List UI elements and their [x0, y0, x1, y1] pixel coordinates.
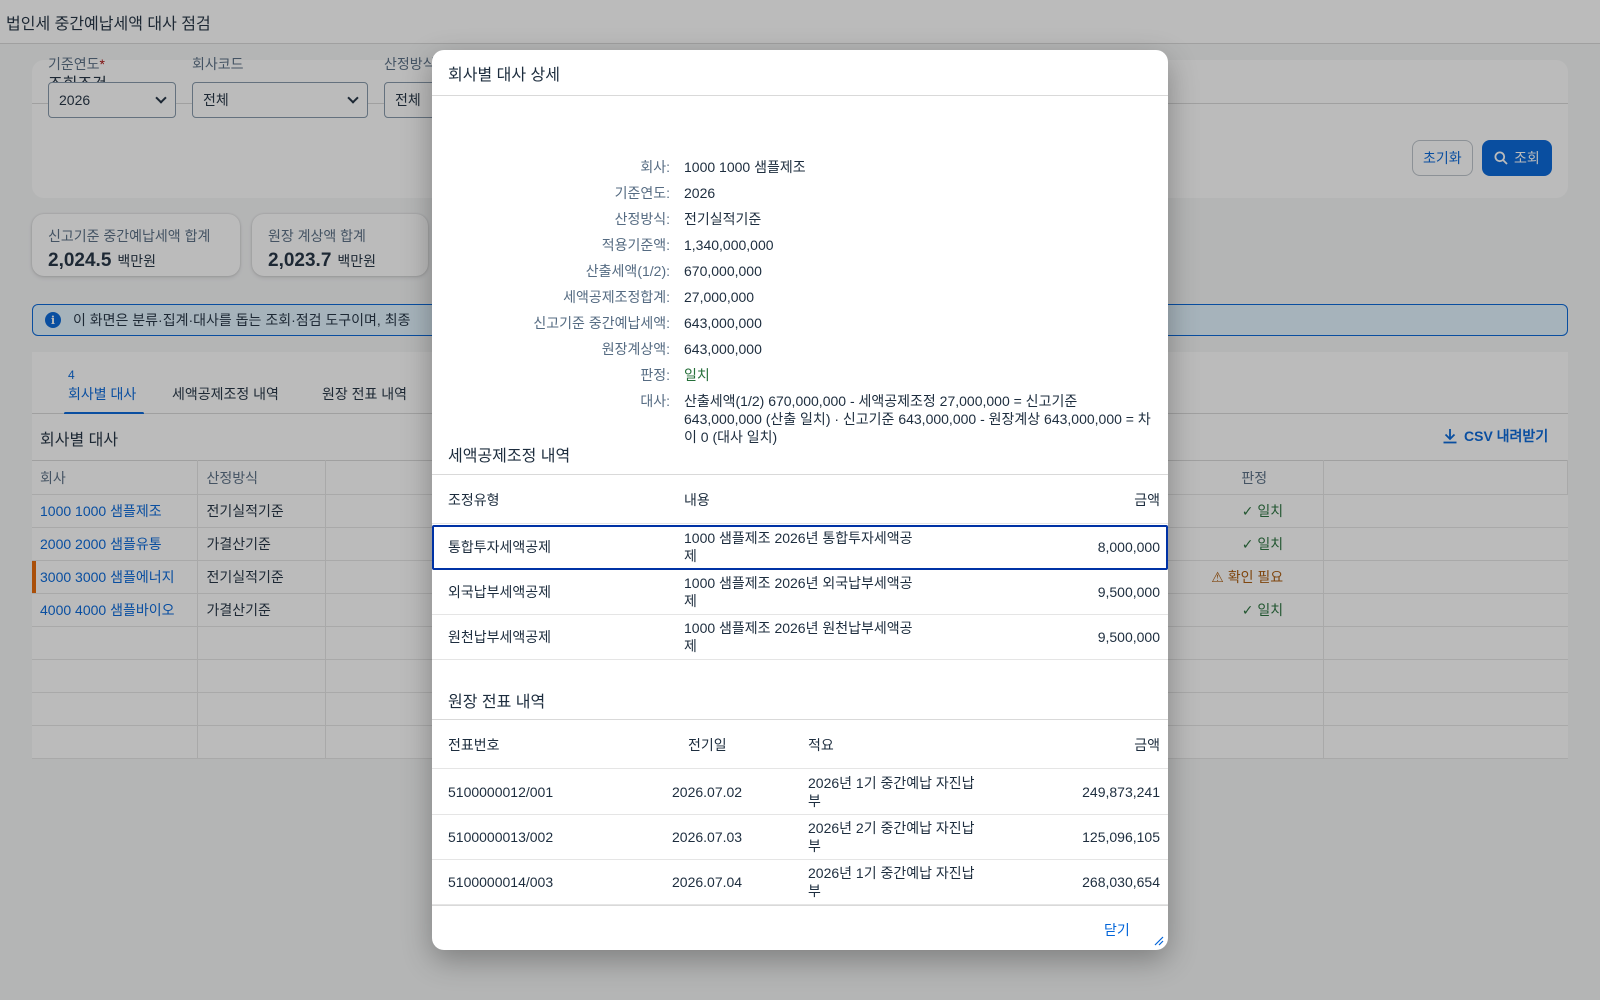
- detail-label: 산출세액(1/2):: [585, 263, 670, 279]
- dialog-title: 회사별 대사 상세: [432, 50, 1168, 96]
- col-header-amount: 금액: [1134, 737, 1160, 753]
- detail-label: 판정:: [640, 367, 670, 383]
- credit-type: 원천납부세액공제: [448, 629, 552, 645]
- detail-label: 대사:: [640, 393, 670, 409]
- detail-value: 27,000,000: [684, 289, 755, 305]
- detail-value: 일치: [684, 367, 710, 383]
- credit-row[interactable]: 외국납부세액공제 1000 샘플제조 2026년 외국납부세액공제 9,500,00…: [432, 570, 1168, 615]
- ledger-section-title: 원장 전표 내역: [448, 694, 546, 711]
- ledger-text: 2026년 2기 중간예납 자진납부: [808, 820, 975, 854]
- col-header-amount: 금액: [1134, 492, 1160, 508]
- credit-amount: 9,500,000: [1097, 584, 1160, 600]
- ledger-amount: 268,030,654: [1082, 874, 1160, 890]
- ledger-date: 2026.07.02: [672, 784, 743, 800]
- credit-desc: 1000 샘플제조 2026년 통합투자세액공제: [684, 530, 913, 564]
- detail-value: 1,340,000,000: [684, 237, 774, 253]
- col-header-desc: 내용: [684, 492, 710, 508]
- credits-section-title: 세액공제조정 내역: [448, 448, 571, 465]
- resize-handle-icon[interactable]: [1154, 936, 1164, 946]
- ledger-row[interactable]: 5100000014/003 2026.07.04 2026년 1기 중간예납 자진…: [432, 860, 1168, 905]
- detail-value: 산출세액(1/2) 670,000,000 - 세액공제조정 27,000,00…: [684, 393, 1151, 445]
- detail-label: 신고기준 중간예납세액:: [533, 315, 670, 331]
- detail-value: 전기실적기준: [684, 211, 762, 227]
- ledger-doc: 5100000014/003: [448, 874, 554, 890]
- credit-desc: 1000 샘플제조 2026년 외국납부세액공제: [684, 575, 913, 609]
- detail-label: 산정방식:: [614, 211, 670, 227]
- ledger-row[interactable]: 5100000012/001 2026.07.02 2026년 1기 중간예납 자진…: [432, 770, 1168, 815]
- credit-type: 통합투자세액공제: [448, 539, 552, 555]
- credit-amount: 9,500,000: [1097, 629, 1160, 645]
- ledger-amount: 125,096,105: [1082, 829, 1160, 845]
- detail-value: 2026: [684, 185, 716, 201]
- col-header-date: 전기일: [688, 737, 727, 753]
- ledger-text: 2026년 1기 중간예납 자진납부: [808, 865, 975, 899]
- ledger-date: 2026.07.03: [672, 829, 743, 845]
- detail-dialog: 회사별 대사 상세 회사: 1000 1000 샘플제조기준연도: 2026 산정방식…: [432, 50, 1168, 950]
- detail-value: 670,000,000: [684, 263, 762, 279]
- detail-value: 643,000,000: [684, 341, 762, 357]
- close-button[interactable]: 닫기: [1104, 920, 1130, 940]
- credits-header-row: 조정유형 내용 금액: [432, 475, 1168, 524]
- detail-label: 세액공제조정합계:: [563, 289, 670, 305]
- ledger-doc: 5100000012/001: [448, 784, 554, 800]
- col-header-text: 적요: [808, 737, 834, 753]
- col-header-doc: 전표번호: [448, 737, 500, 753]
- ledger-header-row: 전표번호 전기일 적요 금액: [432, 720, 1168, 769]
- detail-label: 원장계상액:: [601, 341, 670, 357]
- credit-amount: 8,000,000: [1097, 539, 1160, 555]
- dialog-footer: 닫기: [432, 905, 1168, 950]
- ledger-date: 2026.07.04: [672, 874, 743, 890]
- detail-label: 회사:: [640, 159, 670, 175]
- detail-value: 1000 1000 샘플제조: [684, 159, 806, 175]
- ledger-text: 2026년 1기 중간예납 자진납부: [808, 775, 975, 809]
- detail-value: 643,000,000: [684, 315, 762, 331]
- detail-label: 기준연도:: [614, 185, 670, 201]
- credit-type: 외국납부세액공제: [448, 584, 552, 600]
- credit-row[interactable]: 원천납부세액공제 1000 샘플제조 2026년 원천납부세액공제 9,500,00…: [432, 615, 1168, 660]
- ledger-amount: 249,873,241: [1082, 784, 1160, 800]
- ledger-doc: 5100000013/002: [448, 829, 554, 845]
- credit-desc: 1000 샘플제조 2026년 원천납부세액공제: [684, 620, 913, 654]
- detail-label: 적용기준액:: [601, 237, 670, 253]
- col-header-type: 조정유형: [448, 492, 500, 508]
- credit-row[interactable]: 통합투자세액공제 1000 샘플제조 2026년 통합투자세액공제 8,000,00…: [432, 525, 1168, 570]
- ledger-row[interactable]: 5100000013/002 2026.07.03 2026년 2기 중간예납 자진…: [432, 815, 1168, 860]
